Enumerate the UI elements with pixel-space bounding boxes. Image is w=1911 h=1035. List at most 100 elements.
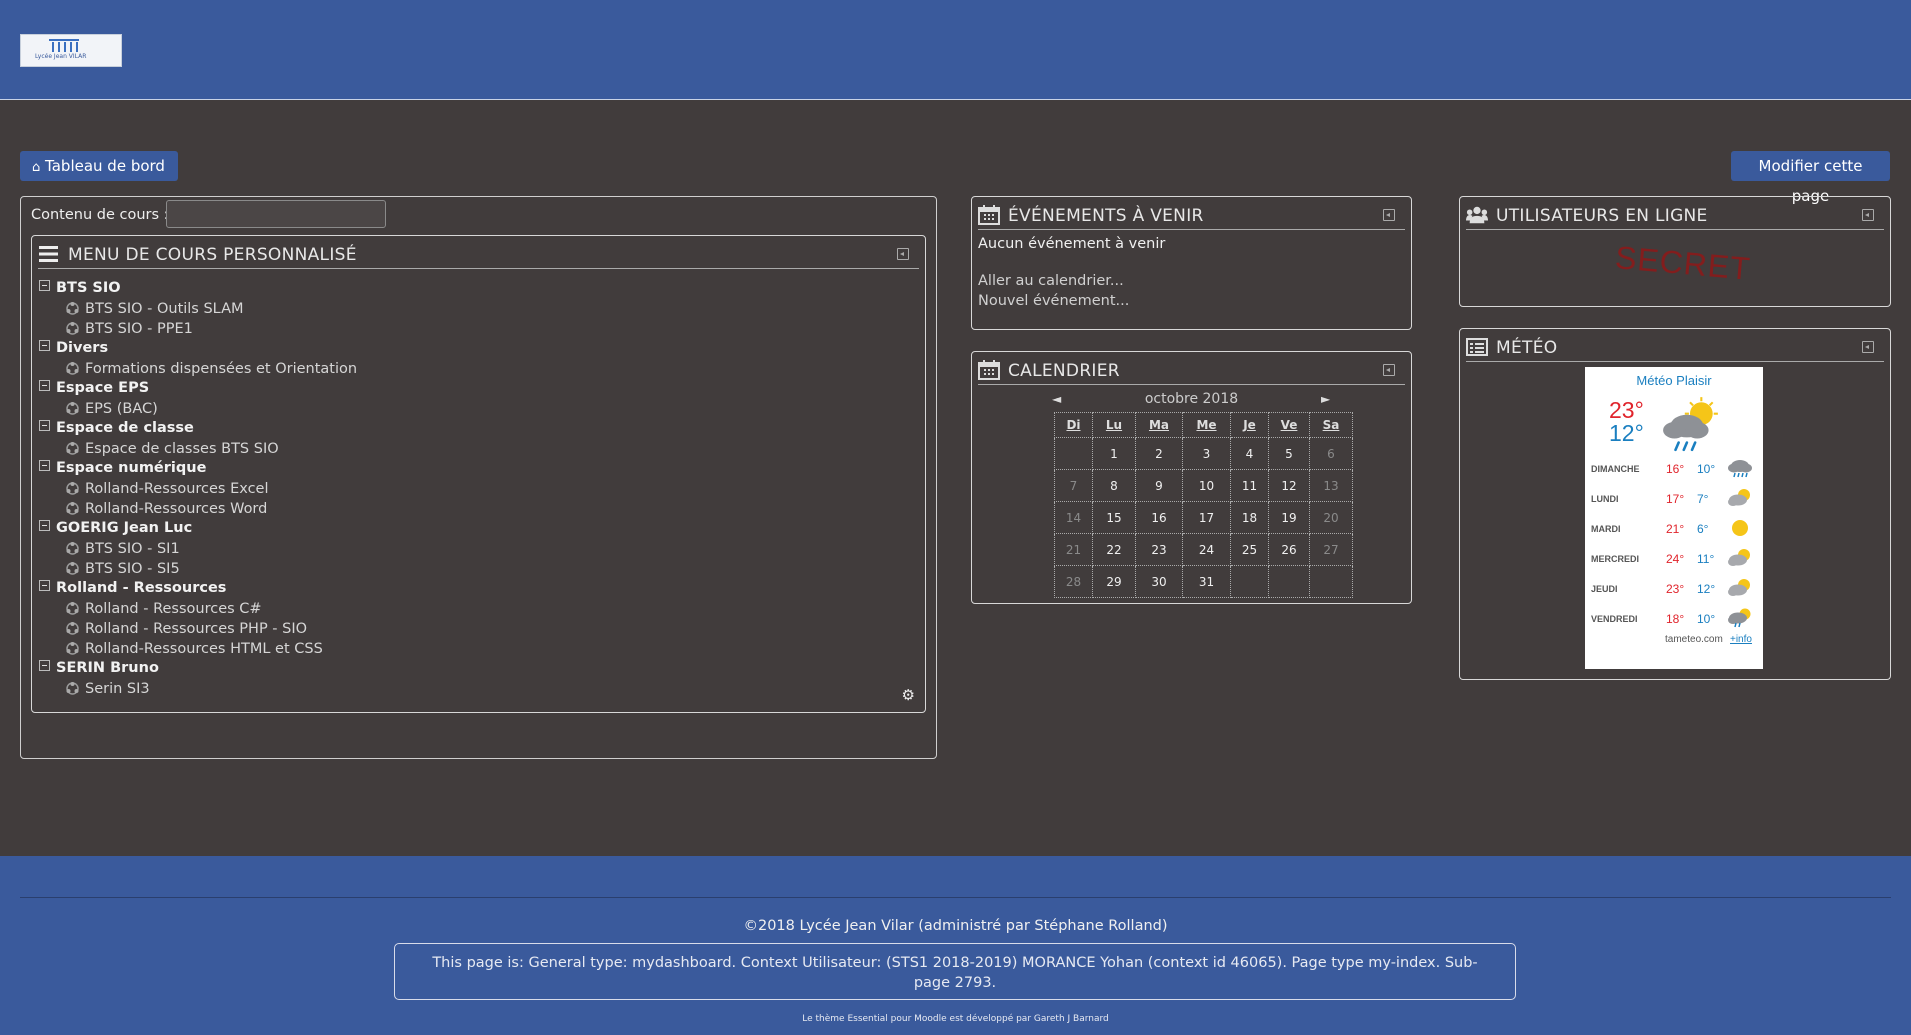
weather-source[interactable]: tameteo.com: [1665, 634, 1723, 645]
calendar-day[interactable]: 8: [1092, 469, 1136, 502]
category-item[interactable]: BTS SIO: [39, 280, 121, 296]
calendar-day[interactable]: 24: [1182, 533, 1231, 566]
calendar-day[interactable]: 15: [1092, 501, 1136, 534]
calendar-day[interactable]: 26: [1268, 533, 1310, 566]
calendar-day[interactable]: 11: [1230, 469, 1269, 502]
calendar-day[interactable]: 6: [1309, 437, 1353, 470]
collapse-minus-icon[interactable]: [39, 280, 50, 291]
course-menu-header: MENU DE COURS PERSONNALISÉ: [38, 242, 919, 269]
online-users-title: UTILISATEURS EN LIGNE: [1496, 206, 1708, 226]
dashboard-button[interactable]: ⌂ Tableau de bord: [20, 151, 178, 181]
calendar-day: [1309, 565, 1353, 598]
edit-page-button[interactable]: Modifier cette page: [1731, 151, 1890, 205]
course-link[interactable]: Rolland-Ressources Excel: [66, 480, 269, 497]
calendar-day[interactable]: 17: [1182, 501, 1231, 534]
calendar-day[interactable]: 16: [1135, 501, 1183, 534]
course-link[interactable]: EPS (BAC): [66, 400, 158, 417]
collapse-icon[interactable]: [1862, 209, 1874, 221]
collapse-minus-icon[interactable]: [39, 580, 50, 591]
course-link[interactable]: BTS SIO - SI5: [66, 560, 180, 577]
collapse-minus-icon[interactable]: [39, 340, 50, 351]
calendar-day[interactable]: 7: [1054, 469, 1093, 502]
online-users-header: UTILISATEURS EN LIGNE: [1466, 203, 1884, 230]
calendar-day[interactable]: 1: [1092, 437, 1136, 470]
category-item[interactable]: SERIN Bruno: [39, 660, 159, 676]
calendar-day[interactable]: 30: [1135, 565, 1183, 598]
calendar-day[interactable]: 2: [1135, 437, 1183, 470]
weather-more-link[interactable]: +info: [1730, 634, 1752, 645]
category-item[interactable]: Espace EPS: [39, 380, 149, 396]
collapse-minus-icon[interactable]: [39, 460, 50, 471]
course-link[interactable]: BTS SIO - PPE1: [66, 320, 193, 337]
calendar-day[interactable]: 23: [1135, 533, 1183, 566]
forecast-high: 18°: [1666, 612, 1685, 626]
forecast-low: 11°: [1697, 552, 1715, 566]
course-icon: [66, 482, 79, 495]
course-link[interactable]: BTS SIO - Outils SLAM: [66, 300, 244, 317]
course-icon: [66, 622, 79, 635]
calendar-day[interactable]: 13: [1309, 469, 1353, 502]
collapse-icon[interactable]: [1383, 209, 1395, 221]
school-logo[interactable]: Lycée Jean VILAR: [20, 34, 122, 67]
collapse-icon[interactable]: [1862, 341, 1874, 353]
course-label: BTS SIO - SI1: [85, 541, 180, 557]
calendar-day[interactable]: 12: [1268, 469, 1310, 502]
forecast-day: MERCREDI: [1591, 554, 1640, 564]
collapse-icon[interactable]: [897, 248, 909, 260]
calendar-header: CALENDRIER: [978, 358, 1405, 385]
collapse-minus-icon[interactable]: [39, 380, 50, 391]
calendar-day[interactable]: 3: [1182, 437, 1231, 470]
calendar-day[interactable]: 9: [1135, 469, 1183, 502]
calendar-day[interactable]: 21: [1054, 533, 1093, 566]
next-month-button[interactable]: ►: [1321, 392, 1330, 406]
collapse-icon[interactable]: [1383, 364, 1395, 376]
calendar-day[interactable]: 19: [1268, 501, 1310, 534]
calendar-grid: Di Lu Ma Me Je Ve Sa 1 2 3 4 5 6 7 8 9 10 11 12 13 14 15 16 17 1…: [1054, 412, 1353, 598]
calendar-day[interactable]: 25: [1230, 533, 1269, 566]
settings-gear-icon[interactable]: ⚙: [902, 686, 915, 704]
category-item[interactable]: Espace de classe: [39, 420, 194, 436]
course-icon: [66, 442, 79, 455]
collapse-minus-icon[interactable]: [39, 420, 50, 431]
forecast-row: DIMANCHE 16° 10°: [1585, 460, 1763, 480]
calendar-day[interactable]: 29: [1092, 565, 1136, 598]
calendar-day[interactable]: 14: [1054, 501, 1093, 534]
category-item[interactable]: Divers: [39, 340, 108, 356]
course-link[interactable]: BTS SIO - SI1: [66, 540, 180, 557]
copyright-text: ©2018 Lycée Jean Vilar (administré par S…: [743, 918, 1168, 934]
course-link[interactable]: Rolland-Ressources Word: [66, 500, 267, 517]
course-search-input[interactable]: [166, 200, 386, 228]
calendar-day[interactable]: 27: [1309, 533, 1353, 566]
calendar-day[interactable]: 31: [1182, 565, 1231, 598]
forecast-day: LUNDI: [1591, 494, 1619, 504]
calendar-day[interactable]: 20: [1309, 501, 1353, 534]
calendar-day[interactable]: 28: [1054, 565, 1093, 598]
course-link[interactable]: Formations dispensées et Orientation: [66, 360, 357, 377]
category-item[interactable]: Rolland - Ressources: [39, 580, 226, 596]
collapse-minus-icon[interactable]: [39, 520, 50, 531]
sun-icon: [1727, 518, 1753, 543]
calendar-day[interactable]: 22: [1092, 533, 1136, 566]
course-link[interactable]: Rolland - Ressources PHP - SIO: [66, 620, 307, 637]
forecast-low: 10°: [1697, 462, 1716, 476]
weather-widget[interactable]: Météo Plaisir 23° 12° DIMANCHE 16° 10° LUND…: [1585, 367, 1763, 669]
new-event-link[interactable]: Nouvel événement...: [978, 293, 1129, 309]
collapse-minus-icon[interactable]: [39, 660, 50, 671]
forecast-high: 17°: [1666, 492, 1685, 506]
course-link[interactable]: Rolland - Ressources C#: [66, 600, 262, 617]
forecast-day: DIMANCHE: [1591, 464, 1640, 474]
category-item[interactable]: GOERIG Jean Luc: [39, 520, 192, 536]
course-link[interactable]: Rolland-Ressources HTML et CSS: [66, 640, 323, 657]
calendar-month-label: octobre 2018: [1144, 391, 1239, 407]
category-item[interactable]: Espace numérique: [39, 460, 206, 476]
course-link[interactable]: Serin SI3: [66, 680, 150, 697]
weather-widget-title: Météo Plaisir: [1636, 373, 1712, 388]
calendar-day[interactable]: 5: [1268, 437, 1310, 470]
goto-calendar-link[interactable]: Aller au calendrier...: [978, 273, 1124, 289]
calendar-day[interactable]: 4: [1230, 437, 1269, 470]
course-link[interactable]: Espace de classes BTS SIO: [66, 440, 279, 457]
course-label: Rolland-Ressources Excel: [85, 481, 269, 497]
calendar-day[interactable]: 18: [1230, 501, 1269, 534]
forecast-low: 12°: [1697, 582, 1716, 596]
calendar-day[interactable]: 10: [1182, 469, 1231, 502]
